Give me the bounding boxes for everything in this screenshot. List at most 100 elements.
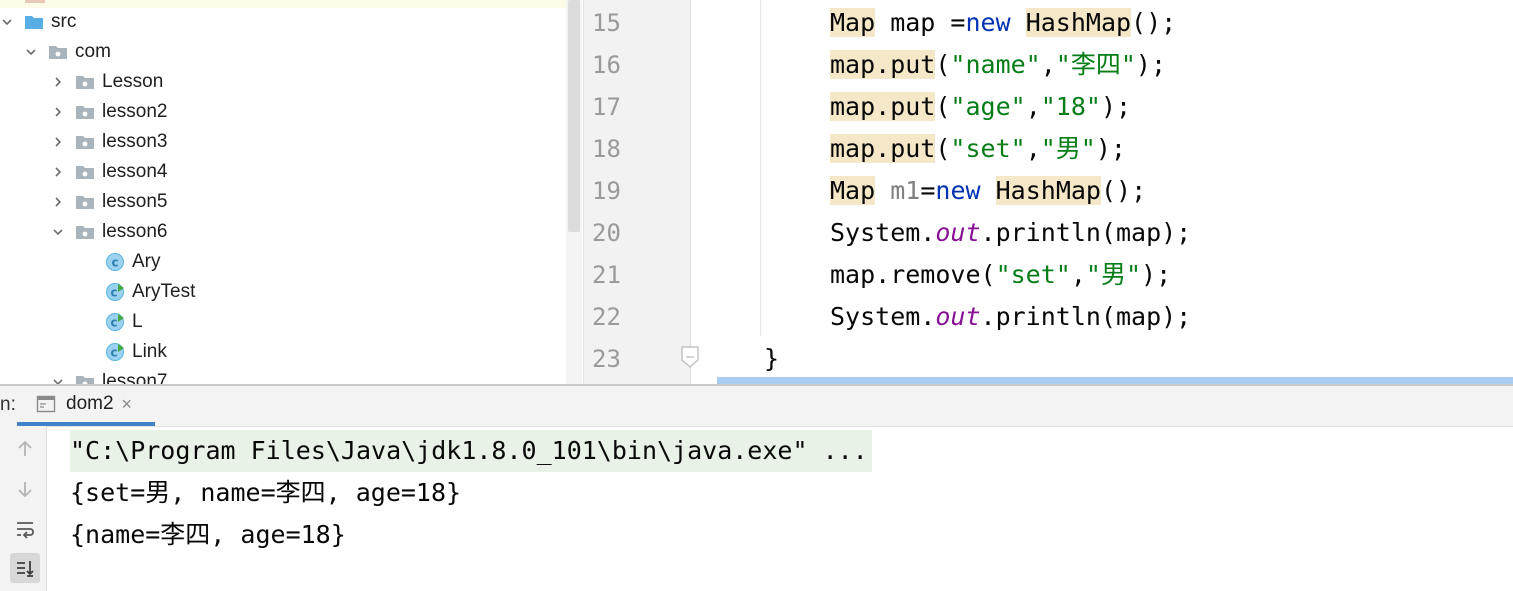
line-number: 16	[592, 51, 621, 79]
tree-item-lesson3[interactable]: lesson3	[51, 127, 566, 157]
code-token: "男"	[1040, 134, 1096, 163]
run-panel-title: n:	[0, 394, 16, 415]
runnable-class-icon: c	[106, 343, 124, 361]
chevron-right-icon[interactable]	[51, 135, 65, 149]
tree-item-lesson6[interactable]: lesson6	[51, 217, 566, 247]
code-token: );	[1141, 260, 1172, 289]
package-icon	[76, 106, 94, 119]
soft-wrap-icon[interactable]	[10, 514, 40, 544]
line-number: 18	[592, 135, 621, 163]
tree-item-lesson5[interactable]: lesson5	[51, 187, 566, 217]
code-token: "李四"	[1055, 50, 1136, 79]
package-icon	[76, 76, 94, 89]
package-icon	[76, 166, 94, 179]
tree-item-src[interactable]: src	[0, 7, 566, 37]
runnable-class-icon: c	[106, 283, 124, 301]
project-tree: src com Lesson lesson2 lesson3 lesson4 l…	[0, 0, 584, 384]
svg-text:c: c	[110, 286, 117, 300]
code-token: .println(map);	[980, 218, 1192, 247]
line-number: 17	[592, 93, 621, 121]
svg-text:c: c	[110, 346, 117, 360]
tree-item-label: Link	[132, 341, 167, 362]
code-token: out	[935, 302, 981, 331]
code-line-16: map.put("name","李四");	[830, 44, 1166, 86]
line-number: 21	[592, 261, 621, 289]
run-panel: n: dom2 × "C:\Program Files\Java\jdk1.8.…	[0, 384, 1513, 591]
code-token: map.put	[830, 92, 936, 121]
tree-item-label: src	[51, 11, 77, 32]
code-line-21: map.remove("set","男");	[830, 254, 1171, 296]
scroll-to-end-icon[interactable]	[10, 553, 40, 583]
code-token: .println(map);	[980, 302, 1192, 331]
chevron-right-icon[interactable]	[51, 105, 65, 119]
code-token: }	[764, 344, 780, 373]
code-editor[interactable]: 15 16 17 18 19 20 21 22 23 Map map =new …	[584, 0, 1513, 384]
code-token: ,	[1040, 50, 1056, 79]
tree-item-lesson4[interactable]: lesson4	[51, 157, 566, 187]
code-token: m1	[890, 176, 921, 205]
code-token: ,	[1025, 134, 1041, 163]
scrollbar-thumb[interactable]	[568, 0, 580, 232]
chevron-right-icon[interactable]	[51, 75, 65, 89]
code-token: new	[935, 176, 981, 205]
tree-item-label: lesson2	[102, 101, 168, 122]
tree-item-com[interactable]: com	[24, 37, 566, 67]
tree-item-label: AryTest	[132, 281, 196, 302]
code-line-22: System.out.println(map);	[830, 296, 1191, 338]
tree-item-label: lesson4	[102, 161, 168, 182]
code-token: System.	[830, 218, 936, 247]
arrow-up-icon[interactable]	[10, 434, 40, 464]
tree-item-lesson7[interactable]: lesson7	[51, 367, 566, 384]
code-token: out	[935, 218, 981, 247]
code-line-23: }	[764, 338, 779, 380]
line-number: 20	[592, 219, 621, 247]
package-icon	[76, 376, 94, 384]
run-tab-dom2[interactable]: dom2 ×	[17, 386, 155, 426]
console-tab-icon	[36, 395, 56, 413]
line-number: 15	[592, 9, 621, 37]
code-token: map.put	[830, 134, 936, 163]
close-icon[interactable]: ×	[122, 394, 133, 415]
code-line-19: Map m1=new HashMap();	[830, 170, 1146, 212]
package-icon	[76, 196, 94, 209]
line-number: 22	[592, 303, 621, 331]
code-token: "age"	[950, 92, 1026, 121]
package-icon	[76, 226, 94, 239]
runnable-class-icon: c	[106, 313, 124, 331]
fold-marker-icon[interactable]	[680, 346, 700, 368]
run-tab-label: dom2	[66, 393, 114, 414]
code-token: ,	[1025, 92, 1041, 121]
chevron-right-icon[interactable]	[51, 195, 65, 209]
tree-item-lesson2[interactable]: lesson2	[51, 97, 566, 127]
code-token: );	[1135, 50, 1167, 79]
tree-item-label: lesson3	[102, 131, 168, 152]
folder-icon	[25, 16, 43, 29]
code-token: ,	[1070, 260, 1086, 289]
line-number: 23	[592, 345, 621, 373]
arrow-down-icon[interactable]	[10, 474, 40, 504]
code-token: "男"	[1085, 260, 1142, 289]
svg-text:c: c	[110, 316, 117, 330]
chevron-down-icon[interactable]	[24, 45, 38, 59]
tree-item-ary[interactable]: c Ary	[105, 247, 566, 277]
line-number: 19	[592, 177, 621, 205]
tree-item-label: Ary	[132, 251, 161, 272]
tree-item-arytest[interactable]: c AryTest	[105, 277, 566, 307]
tree-item-link[interactable]: c Link	[105, 337, 566, 367]
code-line-18: map.put("set","男");	[830, 128, 1126, 170]
tree-item-lesson[interactable]: Lesson	[51, 67, 566, 97]
code-token: =	[920, 176, 936, 205]
chevron-down-icon[interactable]	[51, 225, 65, 239]
code-token: (	[935, 134, 951, 163]
chevron-right-icon[interactable]	[51, 165, 65, 179]
package-icon	[76, 136, 94, 149]
chevron-down-icon[interactable]	[51, 375, 65, 384]
code-token: map.remove(	[830, 260, 996, 289]
tree-item-l[interactable]: c L	[105, 307, 566, 337]
code-token: "name"	[950, 50, 1041, 79]
code-token: "set"	[950, 134, 1026, 163]
chevron-down-icon[interactable]	[0, 15, 14, 29]
tree-scrollbar[interactable]	[566, 0, 582, 384]
code-token: );	[1095, 134, 1126, 163]
